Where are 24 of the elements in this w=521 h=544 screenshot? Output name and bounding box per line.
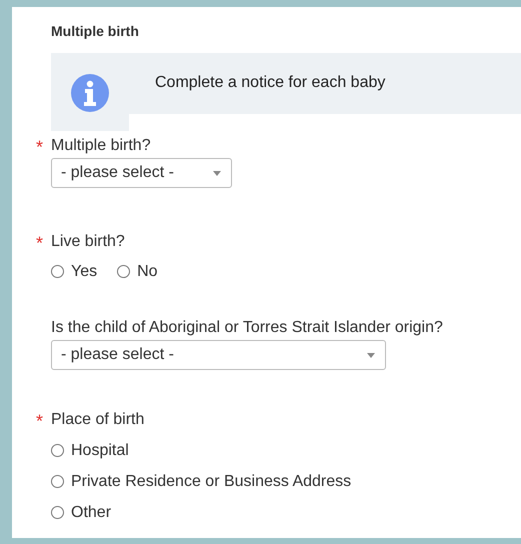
radio-button[interactable] [117,265,130,278]
field-label: Live birth? [51,232,125,251]
caret-icon [213,170,221,176]
info-icon [71,74,109,112]
radio-button[interactable] [51,444,64,457]
caret-icon [367,352,375,358]
radio-option[interactable]: Other [51,503,112,522]
radio-button[interactable] [51,506,64,519]
radio-button[interactable] [51,265,64,278]
radio-option[interactable]: Hospital [51,441,129,460]
notice-text: Complete a notice for each baby [155,73,386,93]
field-label: Multiple birth? [51,136,151,155]
radio-button[interactable] [51,475,64,488]
field-label: Place of birth [51,410,144,429]
select-dropdown[interactable]: - please select - [51,340,386,370]
required-marker: * [36,138,44,156]
radio-option[interactable]: Private Residence or Business Address [51,472,352,491]
section-title: Multiple birth [51,23,140,40]
required-marker: * [36,234,44,252]
field-label: Is the child of Aboriginal or Torres Strait Islander origin? [51,318,443,337]
radio-option[interactable]: No [117,262,158,281]
radio-option[interactable]: Yes [51,262,98,281]
required-marker: * [36,412,44,430]
select-dropdown[interactable]: - please select - [51,158,232,188]
